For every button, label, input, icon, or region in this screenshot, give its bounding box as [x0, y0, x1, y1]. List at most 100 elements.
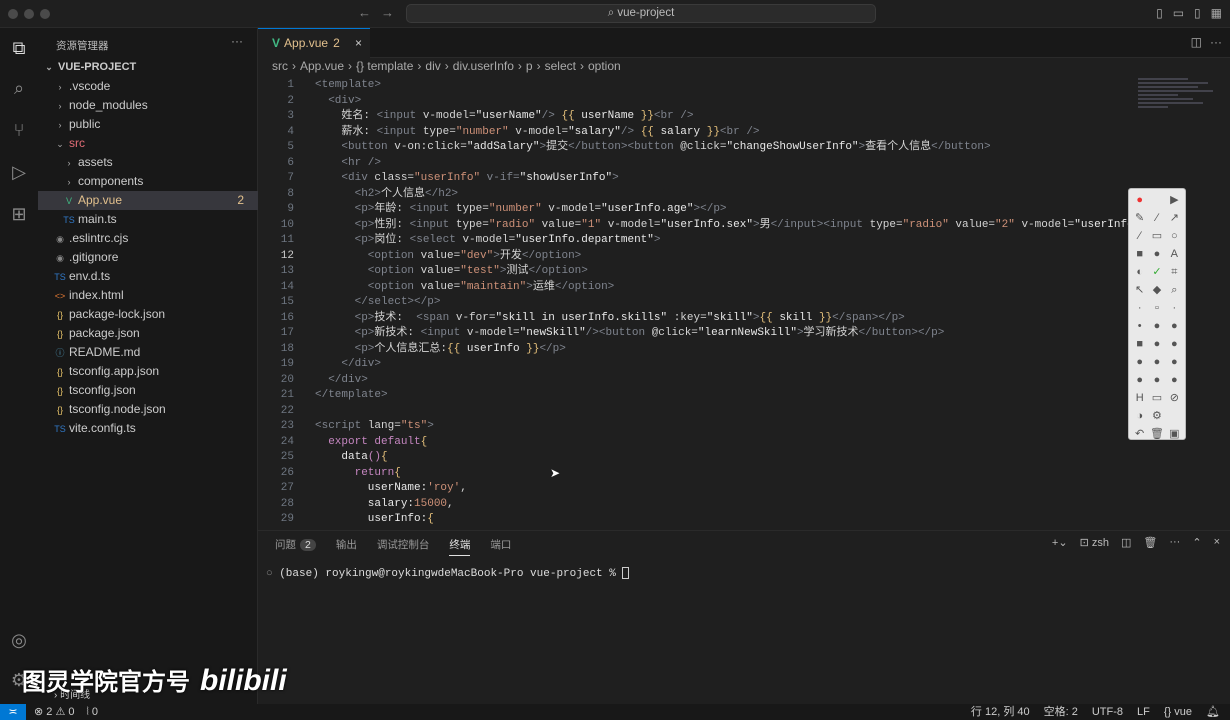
file-tree-item[interactable]: <> index.html	[38, 286, 258, 305]
toggle-secondary-icon[interactable]: ▯	[1194, 6, 1201, 20]
split-terminal-icon[interactable]: ◫	[1121, 536, 1131, 549]
file-tree-item[interactable]: {} tsconfig.app.json	[38, 362, 258, 381]
file-tree-item[interactable]: › components	[38, 172, 258, 191]
toggle-panel-icon[interactable]: ▭	[1173, 6, 1184, 20]
code-line: 29 userInfo:{	[258, 512, 1128, 528]
file-tree-item[interactable]: ⓘ README.md	[38, 343, 258, 362]
file-tree-item[interactable]: ◉ .gitignore	[38, 248, 258, 267]
more-actions-icon[interactable]: ···	[1169, 536, 1180, 549]
code-token: v-model=	[422, 110, 476, 122]
code-token: }}	[818, 311, 833, 324]
code-token: v-if=	[480, 172, 520, 184]
file-tree-item[interactable]: TS main.ts	[38, 210, 258, 229]
code-token: 15000	[414, 497, 448, 510]
more-actions-icon[interactable]: ···	[1210, 35, 1222, 49]
toggle-sidebar-icon[interactable]: ▯	[1156, 6, 1163, 20]
breadcrumb-item[interactable]: div	[425, 59, 440, 73]
file-tree-item[interactable]: › node_modules	[38, 96, 258, 115]
minimap[interactable]	[1138, 76, 1218, 176]
line-ending[interactable]: LF	[1137, 704, 1150, 720]
breadcrumb-item[interactable]: App.vue	[300, 59, 344, 73]
layout-icon[interactable]: ▦	[1211, 6, 1222, 20]
terminal-shell[interactable]: ⊡ zsh	[1080, 536, 1109, 549]
file-tree-item[interactable]: › public	[38, 115, 258, 134]
problems-status[interactable]: ⊗ 2 ⚠ 0	[34, 704, 75, 720]
breadcrumb-item[interactable]: src	[272, 59, 288, 73]
line-number: 15	[280, 296, 294, 308]
language-mode[interactable]: {} vue	[1164, 704, 1192, 720]
file-tree-item[interactable]: ⌄ src	[38, 134, 258, 153]
line-number: 1	[287, 79, 294, 91]
line-number: 2	[287, 94, 294, 107]
file-tree-item[interactable]: V App.vue 2	[38, 191, 258, 210]
file-tree-item[interactable]: › .vscode	[38, 77, 258, 96]
file-tree-item[interactable]: {} tsconfig.node.json	[38, 400, 258, 419]
code-editor[interactable]: 1 <template> 2 <div> 3 姓名: <input v-model="…	[258, 78, 1185, 528]
command-center-search[interactable]: ⌕ vue-project	[406, 4, 876, 23]
annotation-tool-palette[interactable]: ● ▶ ✎ ∕ ↗ ∕ ▭ ○ ■ ● A ◐ ✓ ⌗ ↖ ◆ ⌕ · ▫ · • ● ● ■ ● ● ● ● ● ●…	[1128, 188, 1186, 440]
code-token: </select></p>	[315, 296, 441, 308]
code-line: 27 userName:'roy',	[258, 481, 1128, 497]
file-tree-item[interactable]: {} package.json	[38, 324, 258, 343]
tab-label: App.vue	[284, 36, 329, 50]
code-token: <br />	[719, 125, 760, 138]
code-token: 薪水:	[315, 125, 377, 138]
explorer-icon[interactable]: ⧉	[7, 36, 31, 60]
run-debug-icon[interactable]: ▷	[7, 160, 31, 184]
line-number: 7	[287, 172, 294, 184]
panel-tab[interactable]: 输出	[336, 537, 357, 556]
encoding[interactable]: UTF-8	[1092, 704, 1123, 720]
file-tree-item[interactable]: {} package-lock.json	[38, 305, 258, 324]
breadcrumb-item[interactable]: select	[545, 59, 576, 73]
project-root[interactable]: ⌄ VUE-PROJECT	[38, 58, 258, 77]
breadcrumb-item[interactable]: option	[588, 59, 621, 73]
code-line: 20 </div>	[258, 373, 1128, 389]
split-editor-icon[interactable]: ◫	[1191, 35, 1202, 49]
ports-status[interactable]: ⦚ 0	[87, 704, 98, 720]
breadcrumb-item[interactable]: p	[526, 59, 533, 73]
breadcrumb-item[interactable]: div.userInfo	[453, 59, 514, 73]
terminal-output[interactable]: ○ (base) roykingw@roykingwdeMacBook-Pro …	[266, 567, 630, 580]
trash-icon[interactable]: 🗑	[1143, 536, 1157, 549]
code-token: "changeShowUserInfo"	[726, 141, 859, 153]
notifications-icon[interactable]: 🔔︎	[1206, 704, 1220, 720]
account-icon[interactable]: ◎	[7, 628, 31, 652]
file-tree-item[interactable]: TS env.d.ts	[38, 267, 258, 286]
new-terminal-icon[interactable]: +⌄	[1052, 536, 1068, 549]
close-panel-icon[interactable]: ×	[1214, 536, 1220, 549]
panel-tab[interactable]: 端口	[490, 537, 511, 556]
code-token: <div	[315, 172, 375, 184]
search-icon[interactable]: ⌕	[7, 76, 31, 100]
code-token: salary:	[315, 497, 415, 510]
remote-icon[interactable]: ≍	[0, 704, 26, 720]
panel-tab[interactable]: 问题 2	[275, 537, 316, 556]
breadcrumb-item[interactable]: {} template	[356, 59, 413, 73]
code-token: </button></p>	[858, 327, 945, 339]
source-control-icon[interactable]: ⑂	[7, 118, 31, 142]
cursor-position[interactable]: 行 12, 列 40	[971, 704, 1030, 720]
file-tree-item[interactable]: {} tsconfig.json	[38, 381, 258, 400]
code-token: 提交	[546, 141, 569, 153]
forward-icon[interactable]: →	[381, 5, 394, 20]
extensions-icon[interactable]: ⊞	[7, 202, 31, 226]
maximize-panel-icon[interactable]: ⌃	[1192, 536, 1201, 549]
panel-tab[interactable]: 调试控制台	[377, 537, 430, 556]
code-token: /><button	[585, 327, 652, 339]
file-tree-item[interactable]: › assets	[38, 153, 258, 172]
code-token: value=	[420, 280, 461, 293]
line-number: 20	[280, 373, 294, 386]
back-icon[interactable]: ←	[358, 5, 371, 20]
code-token: <p>	[315, 342, 375, 355]
indentation[interactable]: 空格: 2	[1044, 704, 1078, 720]
panel-tab[interactable]: 终端	[449, 537, 471, 556]
md-icon: ⓘ	[55, 348, 65, 358]
file-tree-item[interactable]: TS vite.config.ts	[38, 419, 258, 438]
tab-app-vue[interactable]: V App.vue 2 ×	[258, 28, 370, 58]
more-actions-icon[interactable]: ···	[231, 34, 243, 48]
code-token: v-on:click=	[394, 141, 467, 153]
close-icon[interactable]: ×	[355, 29, 362, 58]
folder-icon: ›	[58, 82, 62, 92]
line-number: 8	[287, 187, 294, 200]
file-tree-item[interactable]: ◉ .eslintrc.cjs	[38, 229, 258, 248]
panel-tab-label: 输出	[335, 539, 357, 551]
